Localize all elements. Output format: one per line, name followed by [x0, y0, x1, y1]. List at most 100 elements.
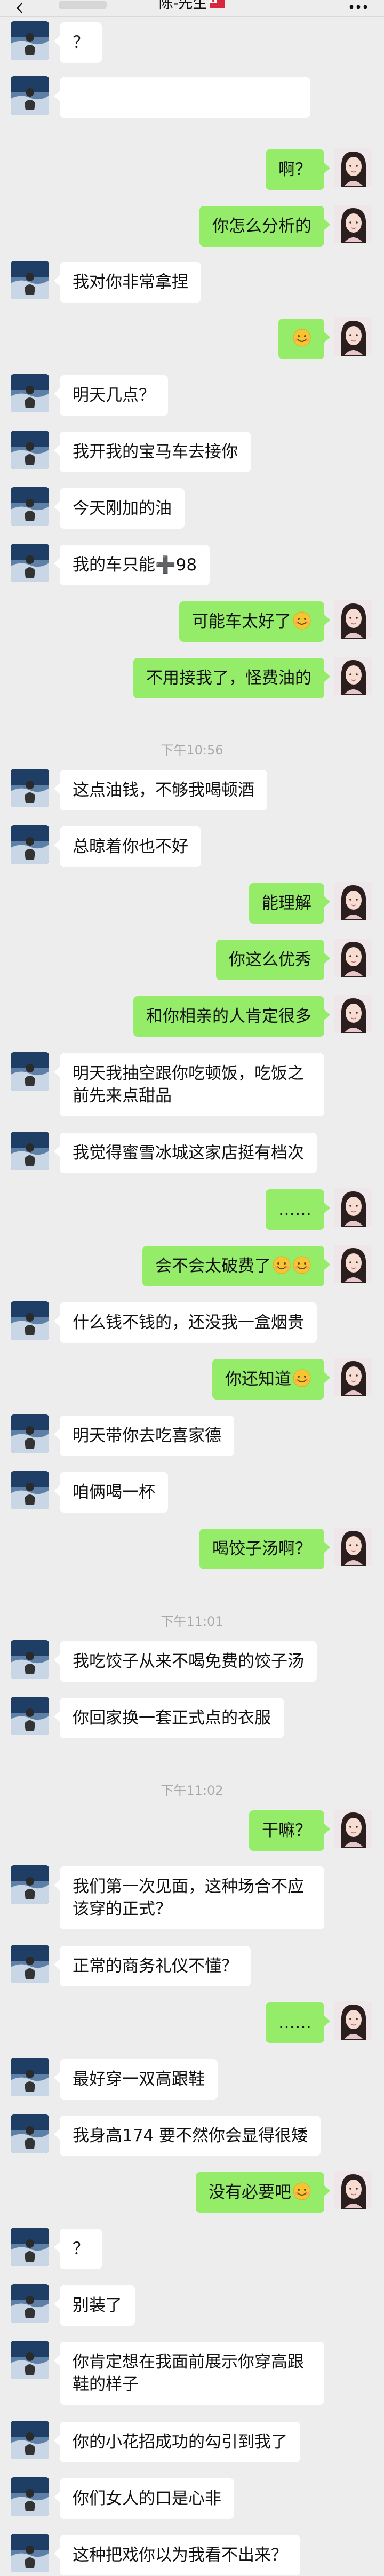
- message-bubble[interactable]: 这点油钱，不够我喝顿酒: [54, 770, 267, 810]
- self-avatar[interactable]: [334, 1245, 372, 1283]
- contact-avatar[interactable]: [11, 2421, 49, 2459]
- message-bubble[interactable]: 我吃饺子从来不喝免费的饺子汤: [54, 1641, 317, 1682]
- contact-avatar[interactable]: [11, 2284, 49, 2323]
- message-bubble[interactable]: 我开我的宝马车去接你: [54, 432, 251, 472]
- message-text: 明天几点？: [73, 386, 155, 405]
- contact-avatar[interactable]: [11, 2058, 49, 2096]
- self-avatar[interactable]: [334, 2171, 372, 2209]
- message-text: 这点油钱，不够我喝顿酒: [73, 781, 254, 800]
- self-avatar[interactable]: [334, 205, 372, 243]
- message-bubble[interactable]: 啊？: [266, 149, 330, 190]
- message-bubble[interactable]: 我觉得蜜雪冰城这家店挺有档次: [54, 1133, 317, 1173]
- contact-avatar[interactable]: [11, 1640, 49, 1679]
- contact-avatar[interactable]: [11, 2341, 49, 2379]
- message-bubble[interactable]: 你怎么分析的: [199, 206, 330, 247]
- message-text: 和你相亲的人肯定很多: [146, 1007, 311, 1026]
- message-bubble[interactable]: 明天带你去吃喜家德: [54, 1416, 234, 1456]
- message-bubble[interactable]: 你们女人的口是心非: [54, 2478, 234, 2519]
- message-bubble[interactable]: 不用接我了，怪费油的: [133, 658, 330, 698]
- message-bubble[interactable]: 我身高174 要不然你会显得很矮: [53, 2116, 321, 2156]
- self-avatar[interactable]: [334, 1188, 372, 1227]
- contact-avatar[interactable]: [11, 374, 49, 412]
- message-bubble[interactable]: 最好穿一双高跟鞋: [54, 2059, 218, 2100]
- self-avatar[interactable]: [334, 939, 372, 977]
- self-avatar[interactable]: [334, 882, 372, 920]
- message-bubble[interactable]: 可能车太好了: [179, 601, 330, 642]
- contact-avatar[interactable]: [11, 825, 49, 864]
- self-avatar[interactable]: [334, 1358, 372, 1396]
- self-avatar[interactable]: [334, 1528, 372, 1566]
- contact-avatar[interactable]: [11, 1414, 49, 1453]
- top-bar: 陈-先生: [0, 0, 384, 17]
- self-avatar[interactable]: [334, 995, 372, 1033]
- message-bubble[interactable]: 明天我抽空跟你吃顿饭，吃饭之前先来点甜品: [54, 1053, 324, 1116]
- contact-avatar[interactable]: [11, 431, 49, 469]
- contact-avatar[interactable]: [11, 1865, 49, 1904]
- message-text: 这种把戏你以为我看不出来？: [73, 2546, 287, 2565]
- self-avatar[interactable]: [334, 600, 372, 639]
- message-bubble[interactable]: 会不会太破费了: [142, 1246, 330, 1286]
- message-bubble[interactable]: 总晾着你也不好: [54, 826, 201, 867]
- contact-avatar[interactable]: [11, 487, 49, 526]
- contact-avatar[interactable]: [11, 76, 49, 115]
- message-text: 总晾着你也不好: [73, 837, 188, 856]
- message-bubble[interactable]: 你回家换一套正式点的衣服: [54, 1698, 284, 1738]
- contact-avatar[interactable]: [11, 2534, 49, 2572]
- message-bubble[interactable]: 明天几点？: [54, 375, 168, 416]
- self-avatar[interactable]: [334, 148, 372, 187]
- contact-avatar[interactable]: [11, 1301, 49, 1340]
- contact-avatar[interactable]: [11, 1132, 49, 1170]
- contact-avatar[interactable]: [11, 1697, 49, 1735]
- message-timestamp: 下午11:02: [161, 1783, 223, 1798]
- message-bubble[interactable]: 我的车只能➕98: [53, 545, 210, 585]
- self-avatar[interactable]: [334, 317, 372, 356]
- contact-avatar[interactable]: [11, 1471, 49, 1509]
- contact-avatar[interactable]: [11, 21, 49, 60]
- message-bubble[interactable]: [54, 77, 310, 118]
- message-bubble[interactable]: ？: [54, 2229, 102, 2269]
- message-text: 我身高174 要不然你会显得很矮: [73, 2126, 308, 2145]
- message-text: 你的小花招成功的勾引到我了: [73, 2432, 287, 2452]
- message-text: 我吃饺子从来不喝免费的饺子汤: [73, 1652, 304, 1671]
- message-bubble[interactable]: 今天刚加的油: [54, 488, 185, 529]
- more-icon[interactable]: [349, 4, 368, 10]
- message-bubble[interactable]: 这种把戏你以为我看不出来？: [54, 2535, 300, 2575]
- message-bubble[interactable]: 和你相亲的人肯定很多: [133, 996, 330, 1037]
- message-bubble[interactable]: ……: [266, 1189, 330, 1230]
- message-bubble[interactable]: 干嘛？: [249, 1810, 330, 1851]
- message-text: 你们女人的口是心非: [73, 2489, 221, 2508]
- message-bubble[interactable]: 你还知道: [212, 1359, 330, 1400]
- contact-avatar[interactable]: [11, 2114, 49, 2153]
- message-bubble[interactable]: 你这么优秀: [216, 940, 330, 980]
- message-bubble[interactable]: 别装了: [54, 2285, 135, 2326]
- message-text: 正常的商务礼仪不懂？: [73, 1957, 238, 1976]
- contact-avatar[interactable]: [11, 1945, 49, 1983]
- message-bubble[interactable]: 你的小花招成功的勾引到我了: [54, 2422, 300, 2462]
- message-bubble[interactable]: 咱俩喝一杯: [54, 1472, 168, 1513]
- self-avatar[interactable]: [334, 657, 372, 695]
- contact-avatar[interactable]: [11, 1052, 49, 1091]
- message-bubble[interactable]: ？: [54, 22, 102, 63]
- contact-avatar[interactable]: [11, 2477, 49, 2516]
- message-bubble[interactable]: ……: [266, 2002, 330, 2043]
- smiley-emoji-icon: [293, 1369, 311, 1387]
- message-text: ……: [278, 2013, 311, 2032]
- message-bubble[interactable]: 我对你非常拿捏: [54, 262, 201, 303]
- message-bubble[interactable]: 没有必要吧: [196, 2172, 330, 2213]
- contact-avatar[interactable]: [11, 261, 49, 299]
- contact-avatar[interactable]: [11, 544, 49, 582]
- message-bubble[interactable]: 我们第一次见面，这种场合不应该穿的正式？: [54, 1866, 324, 1929]
- message-bubble[interactable]: [278, 319, 330, 359]
- message-bubble[interactable]: 喝饺子汤啊？: [199, 1529, 330, 1569]
- self-avatar[interactable]: [334, 1809, 372, 1848]
- message-bubble[interactable]: 能理解: [249, 883, 330, 924]
- message-bubble[interactable]: 你肯定想在我面前展示你穿高跟鞋的样子: [54, 2342, 324, 2405]
- contact-avatar[interactable]: [11, 2228, 49, 2266]
- contact-avatar[interactable]: [11, 769, 49, 807]
- message-text: 不用接我了，怪费油的: [146, 669, 311, 688]
- message-text: 你肯定想在我面前展示你穿高跟鞋的样子: [73, 2352, 304, 2394]
- message-text: 没有必要吧: [209, 2183, 291, 2202]
- message-bubble[interactable]: 正常的商务礼仪不懂？: [54, 1946, 251, 1986]
- self-avatar[interactable]: [334, 2001, 372, 2040]
- message-bubble[interactable]: 什么钱不钱的，还没我一盒烟贵: [54, 1302, 317, 1343]
